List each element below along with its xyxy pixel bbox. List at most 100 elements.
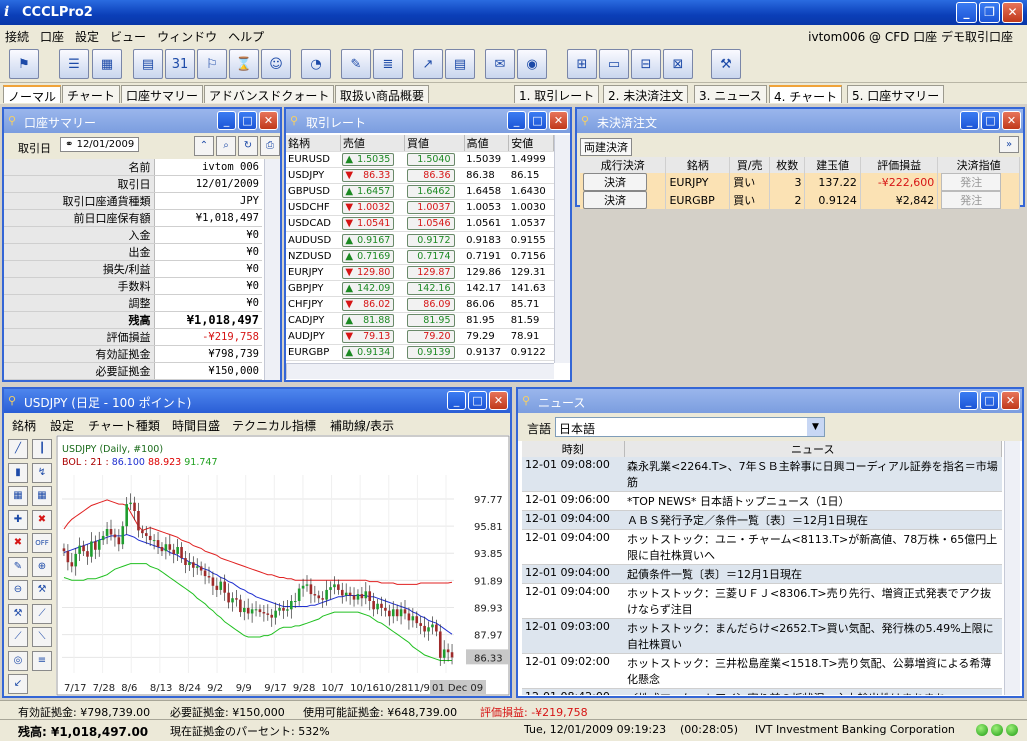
book-icon[interactable]: ▤ (133, 49, 163, 79)
menu-settings[interactable]: 設定 (70, 25, 105, 45)
ask-button[interactable]: 1.6462 (406, 185, 455, 199)
rate-row[interactable]: EURGBP ▲ 0.9134 0.9139 0.9137 0.9122 (286, 344, 554, 362)
ask-button[interactable]: 86.09 (406, 297, 455, 311)
off-icon[interactable]: OFF (32, 533, 52, 553)
ask-button[interactable]: 0.7174 (406, 249, 455, 263)
crosshair-icon[interactable]: ✚ (8, 509, 28, 530)
grid-b-icon[interactable]: ▦ (32, 486, 52, 506)
rate-row[interactable]: EURUSD ▲ 1.5035 1.5040 1.5039 1.4999 (286, 151, 554, 169)
layout-grid-icon[interactable]: ⊞ (567, 49, 597, 79)
tab-account-summary-window[interactable]: 5. 口座サマリー (847, 85, 945, 103)
maximize-button[interactable]: □ (468, 391, 487, 410)
zoom-out-icon[interactable]: ⊖ (8, 580, 28, 600)
minimize-button[interactable]: _ (960, 111, 979, 130)
news-row[interactable]: 12-01 09:02:00 ホットストック：三井松島産業<1518.T>売り気配… (522, 653, 1002, 689)
grid-a-icon[interactable]: ▦ (8, 486, 28, 506)
bar-chart-icon[interactable]: ┃ (32, 439, 52, 459)
flag-icon[interactable]: ⚐ (197, 49, 227, 79)
chart-canvas[interactable]: USDJPY (Daily, #100) BOL : 21 : 86.100 8… (56, 435, 510, 696)
menu-view[interactable]: ビュー (105, 25, 152, 45)
col-side[interactable]: 買/売 (729, 157, 771, 173)
rate-row[interactable]: USDCHF ▼ 1.0032 1.0037 1.0053 1.0030 (286, 199, 554, 217)
minimize-button[interactable]: _ (507, 111, 526, 130)
cycle-icon[interactable]: ◎ (8, 650, 28, 671)
broadcast-icon[interactable]: ◉ (517, 49, 547, 79)
close-button[interactable]: ✕ (1002, 111, 1021, 130)
ask-button[interactable]: 79.20 (406, 330, 455, 344)
tab-news[interactable]: 3. ニュース (694, 85, 767, 103)
col-symbol[interactable]: 銘柄 (286, 135, 341, 152)
rates-scrollbar-v[interactable] (554, 135, 570, 363)
tab-trading-rates[interactable]: 1. 取引レート (514, 85, 600, 103)
close-button[interactable]: ✕ (1002, 2, 1023, 23)
delete-all-icon[interactable]: ✖ (8, 533, 28, 553)
col-low[interactable]: 安値 (508, 135, 554, 152)
pin-icon[interactable]: ⚲ (522, 394, 530, 407)
ask-button[interactable]: 1.0037 (406, 201, 455, 215)
news-row[interactable]: 12-01 09:03:00 ホットストック：まんだらけ<2652.T>買い気配、… (522, 618, 1002, 654)
tab-chart[interactable]: チャート (62, 85, 120, 103)
ask-button[interactable]: 0.9172 (406, 233, 455, 247)
fib-icon[interactable]: ⟋ (32, 603, 52, 624)
bid-button[interactable]: ▲ 0.7169 (342, 249, 395, 263)
pin-icon[interactable]: ⚲ (8, 114, 16, 127)
window-edit-icon[interactable]: ▭ (599, 49, 629, 79)
collapse-icon[interactable]: ⌃ (194, 136, 214, 156)
ask-button[interactable]: 142.16 (406, 281, 455, 295)
close-button[interactable]: ✕ (1001, 391, 1020, 410)
chart-menu-timescale[interactable]: 時間目盛 (172, 417, 220, 434)
refresh-icon[interactable]: ↻ (238, 136, 258, 156)
bid-button[interactable]: ▲ 0.9134 (342, 346, 395, 360)
candle-icon[interactable]: ▮ (8, 462, 28, 483)
hammer-icon[interactable]: ⚒ (32, 580, 52, 600)
delete-icon[interactable]: ✖ (32, 509, 52, 530)
close-position-button[interactable]: 決済 (583, 191, 647, 209)
chart-menu-settings[interactable]: 設定 (50, 417, 74, 434)
zoom-in-icon[interactable]: ⊕ (32, 556, 52, 577)
ask-button[interactable]: 1.0546 (406, 217, 455, 231)
tab-advanced-quote[interactable]: アドバンスドクォート (204, 85, 335, 103)
chart-menu-overlays[interactable]: 補助線/表示 (330, 417, 394, 434)
maximize-button[interactable]: □ (528, 111, 547, 130)
rate-row[interactable]: CHFJPY ▼ 86.02 86.09 86.06 85.71 (286, 296, 554, 313)
order-tool-icon[interactable]: ✎ (341, 49, 371, 79)
menu-help[interactable]: ヘルプ (223, 25, 270, 45)
limit-order-button[interactable]: 発注 (941, 191, 1002, 209)
ask-button[interactable]: 1.5040 (406, 153, 455, 167)
rate-row[interactable]: NZDUSD ▲ 0.7169 0.7174 0.7191 0.7156 (286, 248, 554, 265)
chart-menu-symbol[interactable]: 銘柄 (12, 417, 36, 434)
window-minus-icon[interactable]: ⊟ (631, 49, 661, 79)
calendar-icon[interactable]: 31 (165, 49, 195, 79)
arrow-icon[interactable]: ↙ (8, 674, 28, 694)
account-scrollbar[interactable] (264, 159, 280, 380)
bid-button[interactable]: ▼ 1.0541 (342, 217, 395, 231)
fib-b-icon[interactable]: ⟋ (8, 627, 28, 647)
rate-list-icon[interactable]: ☰ (59, 49, 89, 79)
ask-button[interactable]: 86.36 (406, 169, 455, 183)
connect-icon[interactable]: ⚑ (9, 49, 39, 79)
news-row[interactable]: 12-01 09:06:00 *TOP NEWS* 日本語トップニュース（1日） (522, 491, 1002, 511)
chart-menu-indicators[interactable]: テクニカル指標 (232, 417, 316, 434)
col-unrealized-pl[interactable]: 評価損益 (860, 157, 939, 173)
user-card-icon[interactable]: ☺ (261, 49, 291, 79)
bid-button[interactable]: ▼ 79.13 (342, 330, 395, 344)
minimize-button[interactable]: _ (447, 391, 466, 410)
rate-row[interactable]: GBPJPY ▲ 142.09 142.16 142.17 141.63 (286, 280, 554, 297)
pin-icon[interactable]: ⚲ (8, 394, 16, 407)
pencil-icon[interactable]: ✎ (8, 556, 28, 577)
rate-board-icon[interactable]: ▦ (92, 49, 122, 79)
menu-window[interactable]: ウィンドウ (152, 25, 223, 45)
tab-chart-window[interactable]: 4. チャート (769, 85, 843, 104)
news-row[interactable]: 12-01 09:04:00 ホットストック：ユニ・チャーム<8113.T>が新高… (522, 529, 1002, 565)
bid-button[interactable]: ▲ 1.5035 (342, 153, 395, 167)
window-close-icon[interactable]: ⊠ (663, 49, 693, 79)
menu-connect[interactable]: 接続 (0, 25, 35, 45)
news-scrollbar[interactable] (1004, 441, 1020, 695)
restore-button[interactable]: ❐ (979, 2, 1000, 23)
close-button[interactable]: ✕ (259, 111, 278, 130)
rate-row[interactable]: AUDUSD ▲ 0.9167 0.9172 0.9183 0.9155 (286, 231, 554, 249)
order-list-icon[interactable]: ≣ (373, 49, 403, 79)
bid-button[interactable]: ▼ 86.02 (342, 297, 395, 311)
col-ask[interactable]: 買値 (404, 135, 465, 152)
rate-row[interactable]: USDJPY ▼ 86.33 86.36 86.38 86.15 (286, 167, 554, 185)
